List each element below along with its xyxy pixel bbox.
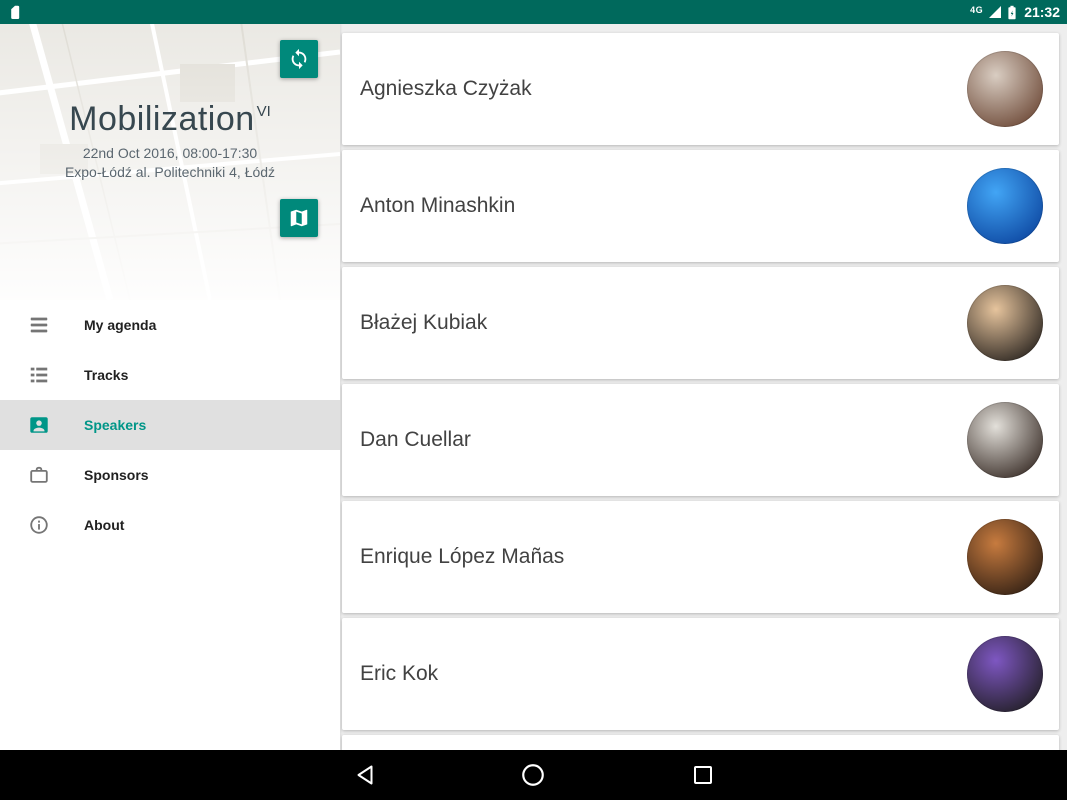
conference-venue: Expo-Łódź al. Politechniki 4, Łódź [0,164,340,180]
speaker-avatar [967,51,1043,127]
back-button[interactable] [350,760,380,790]
home-button[interactable] [518,760,548,790]
speaker-name: Anton Minashkin [360,194,515,218]
speaker-avatar [967,285,1043,361]
speaker-avatar [967,402,1043,478]
map-button[interactable] [280,199,318,237]
sd-card-icon [7,5,20,20]
speaker-avatar [967,636,1043,712]
status-bar: 4G 21:32 [0,0,1067,24]
speaker-card[interactable]: Enrique López Mañas [342,501,1059,613]
drawer-menu: My agenda Tracks Speakers [0,300,340,550]
sponsors-icon [28,464,50,486]
speaker-list: Agnieszka Czyżak Anton Minashkin Błażej … [340,24,1067,750]
signal-icon [988,5,1002,19]
refresh-icon [288,48,310,70]
system-navigation-bar [0,750,1067,800]
conference-title-superscript: VI [257,103,271,120]
network-type-label: 4G [970,5,983,15]
about-icon [28,514,50,536]
tracks-icon [28,364,50,386]
sidebar-item-label: My agenda [84,317,156,333]
sidebar-item-label: About [84,517,124,533]
android-screen: 4G 21:32 [0,0,1067,800]
battery-icon [1007,5,1017,20]
speaker-card[interactable]: Anton Minashkin [342,150,1059,262]
sidebar-item-about[interactable]: About [0,500,340,550]
clock: 21:32 [1024,4,1060,20]
speaker-card-partial[interactable] [342,735,1059,750]
conference-date: 22nd Oct 2016, 08:00-17:30 [0,145,340,161]
sidebar-item-label: Tracks [84,367,128,383]
sidebar-item-my-agenda[interactable]: My agenda [0,300,340,350]
speaker-card[interactable]: Dan Cuellar [342,384,1059,496]
speaker-avatar [967,168,1043,244]
speaker-name: Błażej Kubiak [360,311,487,335]
speaker-card[interactable]: Błażej Kubiak [342,267,1059,379]
conference-title: Mobilization [69,100,255,138]
sidebar-item-label: Sponsors [84,467,149,483]
speaker-name: Agnieszka Czyżak [360,77,532,101]
content-area: MobilizationVI 22nd Oct 2016, 08:00-17:3… [0,24,1067,750]
drawer-header: MobilizationVI 22nd Oct 2016, 08:00-17:3… [0,24,340,300]
speaker-card[interactable]: Eric Kok [342,618,1059,730]
refresh-button[interactable] [280,40,318,78]
speaker-card[interactable]: Agnieszka Czyżak [342,33,1059,145]
navigation-drawer: MobilizationVI 22nd Oct 2016, 08:00-17:3… [0,24,340,750]
speaker-avatar [967,519,1043,595]
home-icon [520,762,546,788]
recents-icon [691,763,715,787]
sidebar-item-label: Speakers [84,417,146,433]
recents-button[interactable] [688,760,718,790]
speaker-name: Dan Cuellar [360,428,471,452]
conference-info: MobilizationVI 22nd Oct 2016, 08:00-17:3… [0,100,340,180]
sidebar-item-speakers[interactable]: Speakers [0,400,340,450]
speaker-name: Eric Kok [360,662,438,686]
speaker-name: Enrique López Mañas [360,545,564,569]
speakers-icon [28,414,50,436]
map-icon [288,207,310,229]
sidebar-item-sponsors[interactable]: Sponsors [0,450,340,500]
sidebar-item-tracks[interactable]: Tracks [0,350,340,400]
agenda-icon [28,314,50,336]
back-icon [353,763,377,787]
